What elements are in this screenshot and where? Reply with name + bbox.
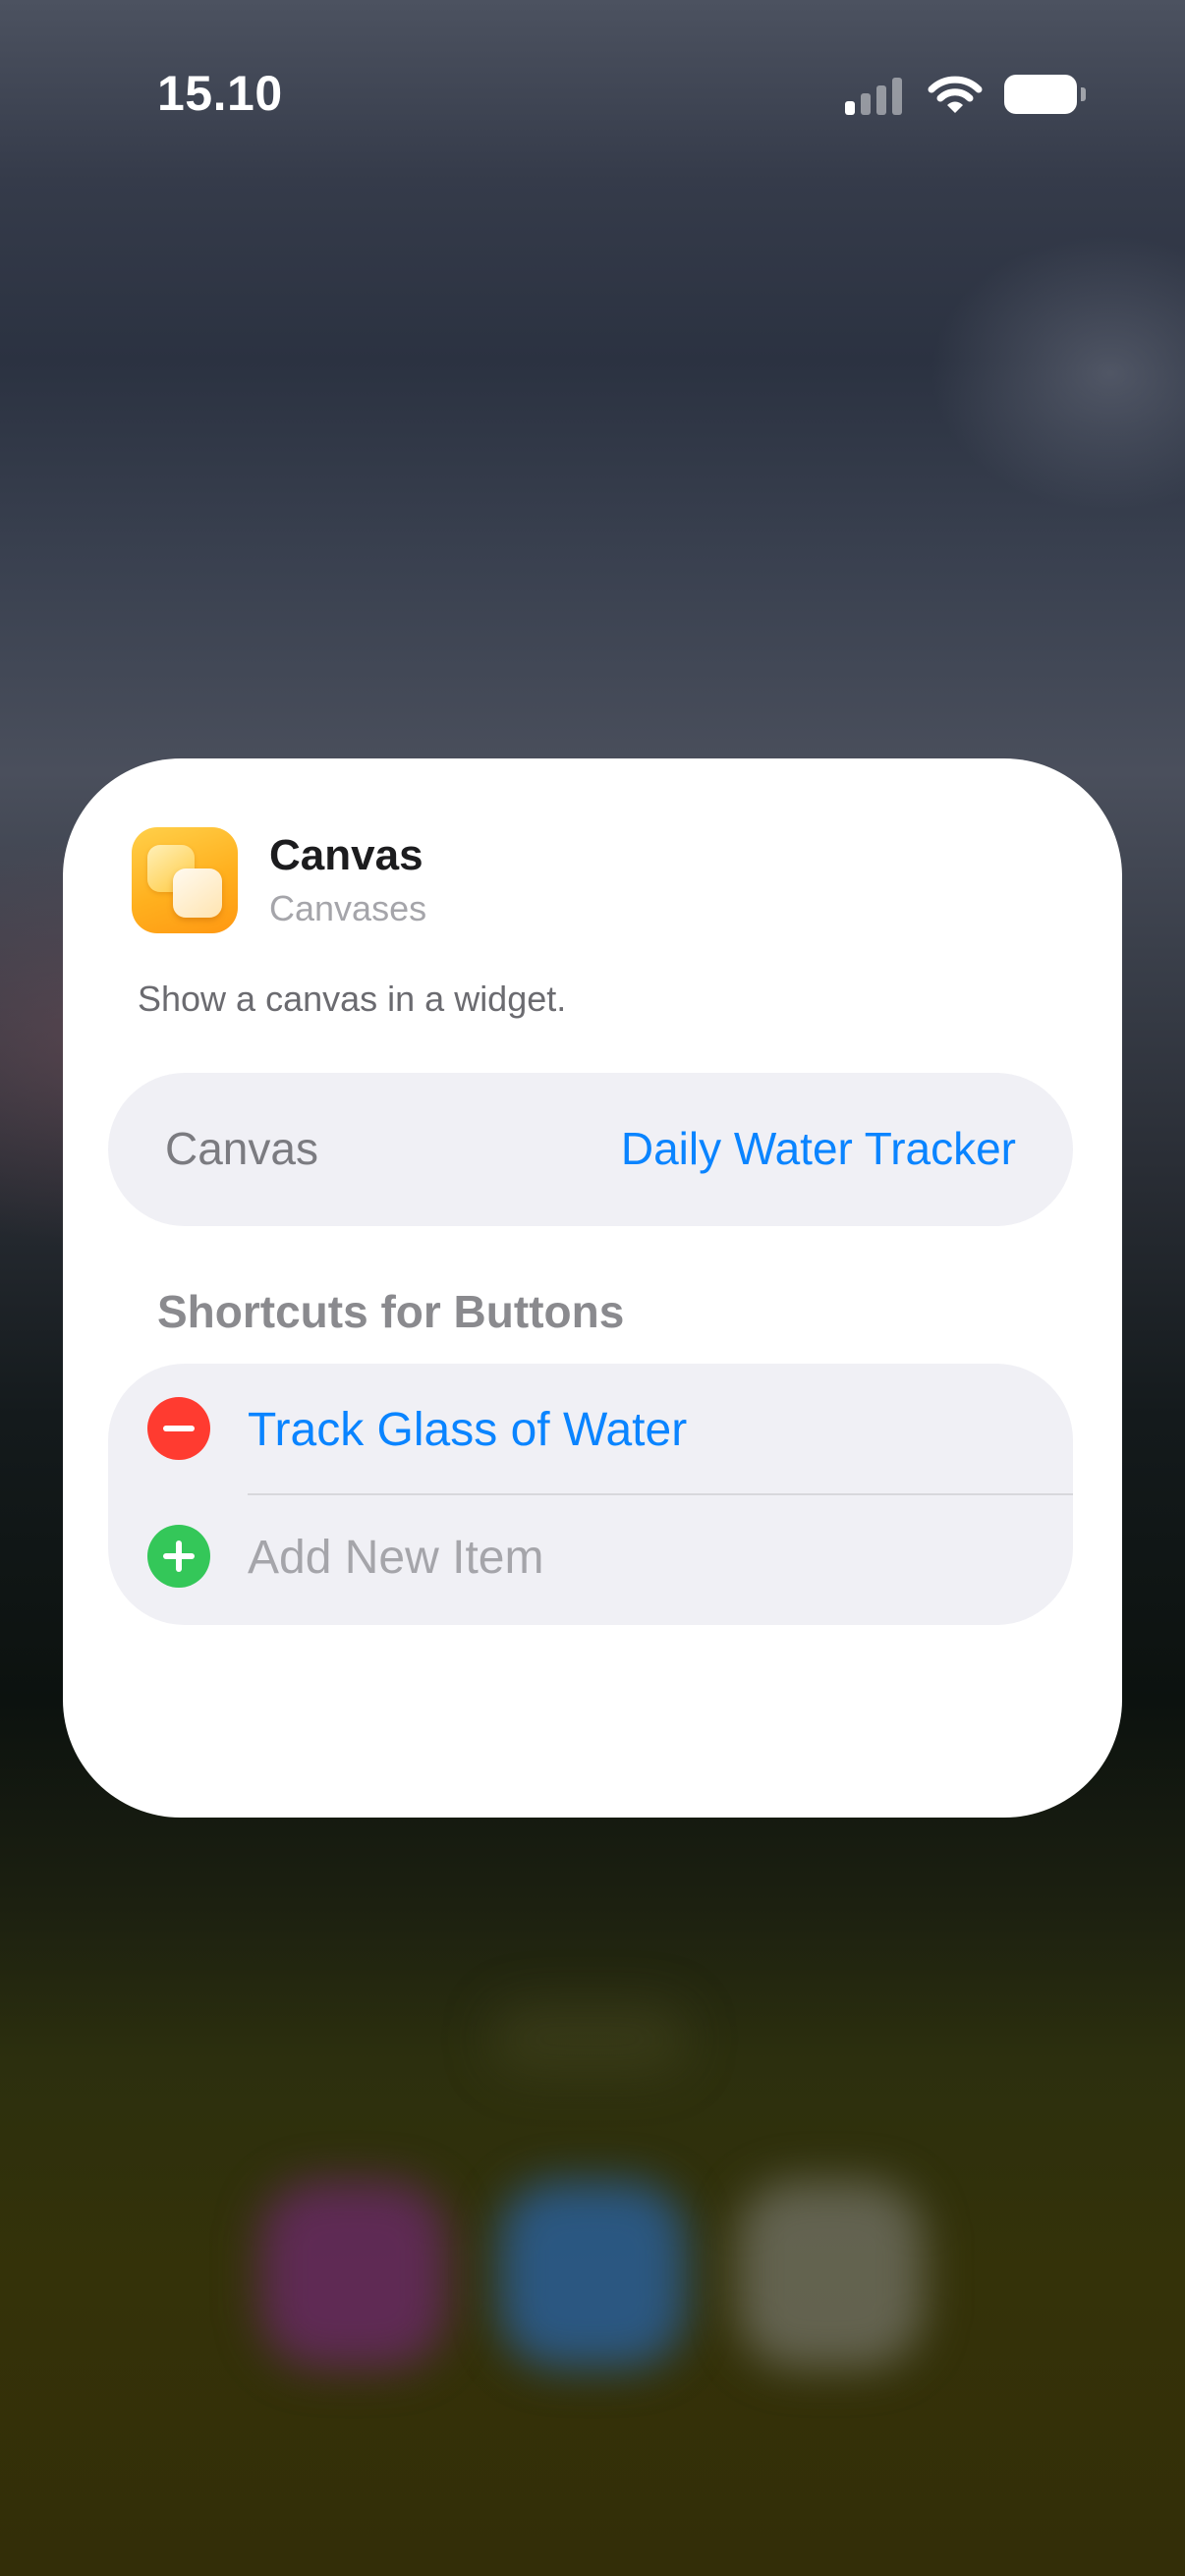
canvas-parameter-label: Canvas <box>165 1123 318 1174</box>
blurred-app-icon-blue <box>499 2181 686 2368</box>
blurred-app-icon-gray <box>737 2181 924 2368</box>
shortcuts-section-header: Shortcuts for Buttons <box>157 1286 625 1337</box>
blurred-widget-label <box>491 2004 688 2073</box>
canvas-parameter-row[interactable]: Canvas Daily Water Tracker <box>108 1073 1073 1226</box>
battery-icon <box>1004 75 1087 116</box>
shortcut-item-label[interactable]: Track Glass of Water <box>248 1403 687 1457</box>
wifi-icon <box>928 76 983 113</box>
status-time: 15.10 <box>157 66 283 121</box>
remove-circle-icon[interactable] <box>147 1397 210 1460</box>
canvas-app-icon <box>132 827 238 933</box>
widget-config-card: Canvas Canvases Show a canvas in a widge… <box>63 758 1122 1818</box>
list-item[interactable]: Track Glass of Water <box>108 1364 1073 1493</box>
cellular-signal-icon <box>845 76 906 115</box>
app-name: Canvas <box>269 831 423 879</box>
widget-description: Show a canvas in a widget. <box>138 979 567 1019</box>
blurred-app-icon-purple <box>260 2181 447 2368</box>
add-new-item-row[interactable]: Add New Item <box>108 1495 1073 1625</box>
app-subtitle: Canvases <box>269 888 427 928</box>
canvas-parameter-value[interactable]: Daily Water Tracker <box>621 1122 1016 1175</box>
add-circle-icon[interactable] <box>147 1525 210 1588</box>
home-screen-background: 15.10 Canvas Canvases Show a canvas in a… <box>0 0 1185 2576</box>
status-icons <box>845 71 1087 120</box>
add-new-item-label[interactable]: Add New Item <box>248 1531 543 1585</box>
shortcuts-list: Track Glass of Water Add New Item <box>108 1364 1073 1625</box>
